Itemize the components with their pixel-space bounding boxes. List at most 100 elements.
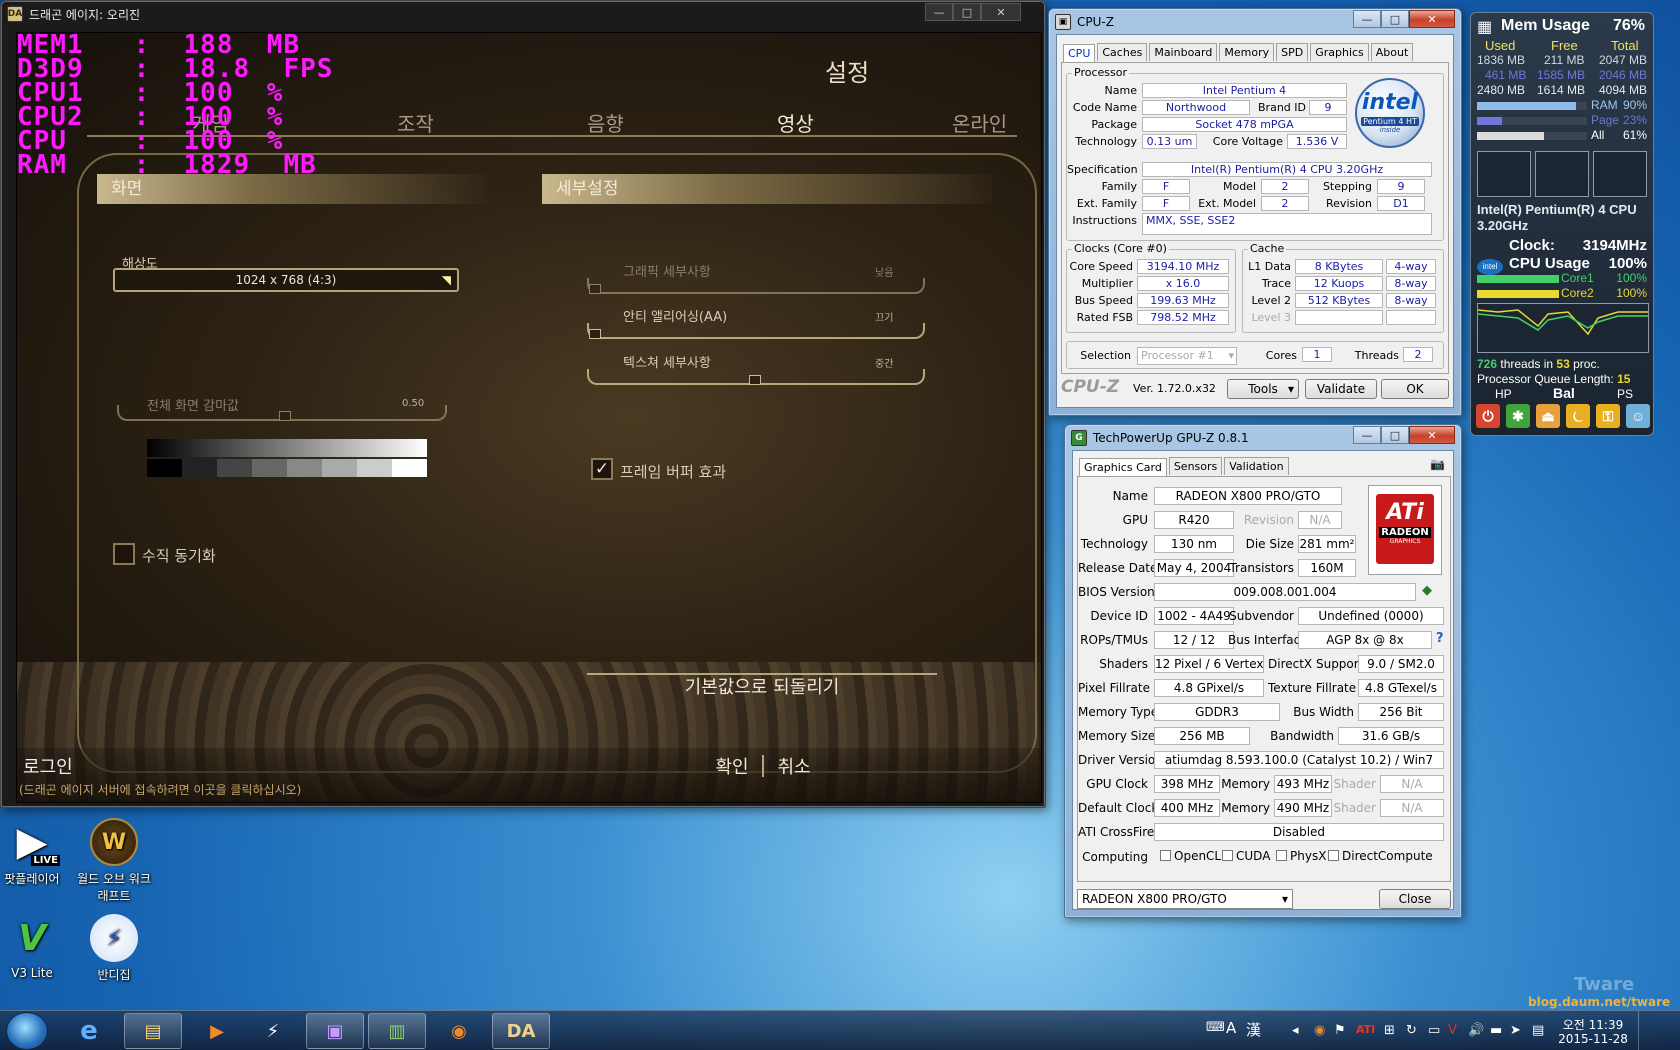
ime-hanja[interactable]: 漢 (1246, 1019, 1261, 1040)
tray-show-hidden-icon[interactable]: ◂ (1292, 1023, 1299, 1038)
lock-key-icon[interactable]: ⚿ (1595, 403, 1621, 429)
bandizip-taskbar-icon[interactable]: ⚡ (244, 1013, 302, 1049)
power-high-performance[interactable]: HP (1495, 387, 1512, 401)
maximize-button[interactable]: □ (953, 3, 981, 21)
show-desktop-button[interactable] (1638, 1011, 1680, 1050)
explorer-taskbar-icon[interactable]: ▤ (124, 1013, 182, 1049)
tray-windows-icon[interactable]: ⊞ (1384, 1023, 1395, 1038)
cpuz-maximize-button[interactable]: □ (1381, 10, 1409, 28)
gpuz-maximize-button[interactable]: □ (1381, 426, 1409, 444)
power-saver[interactable]: PS (1617, 387, 1633, 401)
directcompute-check[interactable]: DirectCompute (1328, 849, 1433, 863)
tray-arrow-icon[interactable]: ➤ (1510, 1023, 1521, 1038)
minimize-button[interactable]: — (925, 3, 953, 21)
game-title-bar[interactable]: DA 드래곤 에이지: 오리진 (7, 4, 140, 24)
tab-video[interactable]: 영상 (777, 108, 814, 136)
physx-checkbox[interactable] (1276, 850, 1287, 861)
tab-online[interactable]: 온라인 (952, 108, 1007, 136)
cpuz-tab-graphics[interactable]: Graphics (1310, 43, 1369, 61)
aa-slider-knob[interactable] (589, 329, 601, 339)
gpuz-tab-sensors[interactable]: Sensors (1168, 457, 1223, 475)
texture-slider-knob[interactable] (749, 375, 761, 385)
tray-sidebar-icon[interactable]: ▤ (1532, 1023, 1544, 1038)
validate-button[interactable]: Validate (1305, 379, 1377, 399)
close-button[interactable]: ✕ (981, 3, 1021, 21)
tray-language-icon[interactable]: ⌨ (1206, 1020, 1225, 1035)
cpuz-tab-cpu[interactable]: CPU (1063, 44, 1096, 62)
tray-network-icon[interactable]: ▭ (1428, 1023, 1440, 1038)
gamma-slider[interactable] (117, 405, 447, 421)
gpuz-tab-graphics-card[interactable]: Graphics Card (1079, 458, 1167, 476)
processor-select[interactable]: Processor #1 ▾ (1137, 347, 1237, 365)
cpuz-taskbar-icon[interactable]: ▣ (306, 1013, 364, 1049)
sleep-icon[interactable]: ⏾ (1565, 403, 1591, 429)
ok-button[interactable]: 확인 (707, 753, 757, 779)
system-monitor-gadget[interactable]: ▦ Mem Usage 76% Used Free Total 1836 MB … (1470, 12, 1654, 436)
tools-button[interactable]: Tools ▾ (1227, 379, 1299, 399)
cpuz-tab-spd[interactable]: SPD (1276, 43, 1309, 61)
tray-v3-icon[interactable]: V (1448, 1023, 1457, 1038)
gamma-slider-knob[interactable] (279, 411, 291, 421)
ime-mode[interactable]: A (1226, 1019, 1236, 1037)
cuda-check[interactable]: CUDA (1222, 849, 1270, 863)
physx-check[interactable]: PhysX (1276, 849, 1326, 863)
tray-flag-icon[interactable]: ⚑ (1334, 1023, 1346, 1038)
resolution-dropdown[interactable]: 1024 x 768 (4:3) ◥ (113, 268, 459, 292)
gpuz-close-button[interactable]: ✕ (1409, 426, 1455, 444)
eject-icon[interactable]: ⏏ (1535, 403, 1561, 429)
cpuz-minimize-button[interactable]: — (1353, 10, 1381, 28)
cpuz-tab-mainboard[interactable]: Mainboard (1149, 43, 1218, 61)
cpuz-window[interactable]: ▣ CPU-Z — □ ✕ CPU Caches Mainboard Memor… (1048, 8, 1462, 416)
gpuz-window[interactable]: G TechPowerUp GPU-Z 0.8.1 — □ ✕ Graphics… (1064, 424, 1462, 918)
ie-taskbar-icon[interactable]: e (60, 1013, 118, 1049)
gpuz-title-bar[interactable]: G TechPowerUp GPU-Z 0.8.1 (1071, 428, 1249, 448)
tray-update-icon[interactable]: ↻ (1406, 1023, 1417, 1038)
camera-icon[interactable]: 📷 (1430, 457, 1445, 471)
bios-save-icon[interactable]: ◆ (1422, 583, 1432, 598)
restart-icon[interactable]: ✱ (1505, 403, 1531, 429)
texture-slider[interactable] (587, 369, 925, 385)
cpuz-tab-memory[interactable]: Memory (1219, 43, 1275, 61)
tray-origin-icon[interactable]: ◉ (1314, 1023, 1325, 1038)
opencl-check[interactable]: OpenCL (1160, 849, 1221, 863)
aa-slider[interactable] (587, 323, 925, 339)
gpu-select-dropdown[interactable]: RADEON X800 PRO/GTO ▾ (1077, 889, 1293, 909)
tab-controls[interactable]: 조작 (397, 108, 434, 136)
start-button[interactable] (6, 1012, 48, 1050)
cpuz-tab-about[interactable]: About (1370, 43, 1414, 61)
reset-defaults-button[interactable]: 기본값으로 되돌리기 (587, 673, 937, 703)
media-taskbar-icon[interactable]: ▶ (188, 1013, 246, 1049)
origin-taskbar-icon[interactable]: ◉ (430, 1013, 488, 1049)
framebuffer-checkbox[interactable]: ✓ (591, 458, 613, 480)
vsync-checkbox[interactable] (113, 543, 135, 565)
shutdown-icon[interactable]: ⏻ (1475, 403, 1501, 429)
clock-time[interactable]: 오전 11:39 (1558, 1016, 1628, 1033)
graphics-detail-knob[interactable] (589, 284, 601, 294)
graphics-detail-slider[interactable] (587, 278, 925, 294)
desktop-icon-potplayer[interactable]: ▶ LIVE 팟플레이어 (0, 818, 72, 887)
help-icon[interactable]: ? (1436, 631, 1444, 646)
power-balanced[interactable]: Bal (1553, 385, 1575, 401)
gpuz-tab-validation[interactable]: Validation (1224, 457, 1289, 475)
gpuz-taskbar-icon[interactable]: ▥ (368, 1013, 426, 1049)
desktop-icon-wow[interactable]: W 월드 오브 워크래프트 (74, 818, 154, 904)
clock-date[interactable]: 2015-11-28 (1558, 1032, 1628, 1046)
game-window[interactable]: DA 드래곤 에이지: 오리진 — □ ✕ 설정 게임 조작 음향 영상 온라인… (0, 0, 1046, 808)
dragon-age-taskbar-icon[interactable]: DA (492, 1013, 550, 1049)
opencl-checkbox[interactable] (1160, 850, 1171, 861)
cpuz-close-button[interactable]: ✕ (1409, 10, 1455, 28)
cpuz-ok-button[interactable]: OK (1381, 379, 1449, 399)
tab-audio[interactable]: 음향 (587, 108, 624, 136)
desktop-icon-bandizip[interactable]: ⚡ 반디집 (74, 914, 154, 983)
desktop-icon-v3[interactable]: V V3 Lite (0, 914, 72, 981)
tray-volume-icon[interactable]: 🔊 (1468, 1023, 1484, 1038)
directcompute-checkbox[interactable] (1328, 850, 1339, 861)
gpuz-minimize-button[interactable]: — (1353, 426, 1381, 444)
tray-monitor-icon[interactable]: ▬ (1490, 1023, 1502, 1038)
login-hint[interactable]: (드래곤 에이지 서버에 접속하려면 이곳을 클릭하십시오) (19, 781, 301, 798)
login-button[interactable]: 로그인 (23, 753, 73, 779)
user-icon[interactable]: ☺ (1625, 403, 1651, 429)
cuda-checkbox[interactable] (1222, 850, 1233, 861)
cpuz-tab-caches[interactable]: Caches (1097, 43, 1148, 61)
gpuz-close-action-button[interactable]: Close (1379, 889, 1451, 909)
